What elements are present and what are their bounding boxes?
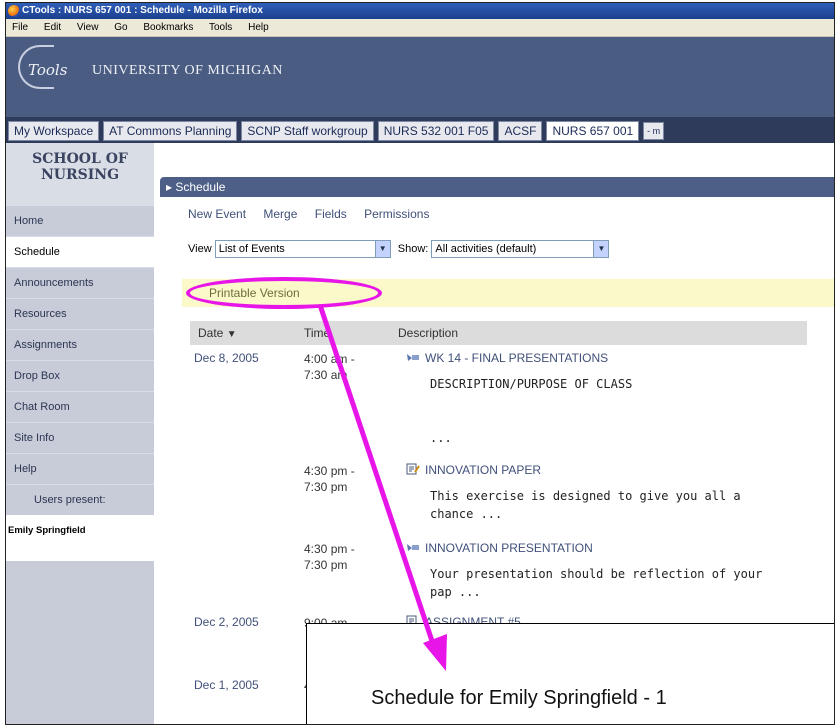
- menu-edit[interactable]: Edit: [44, 22, 61, 33]
- event-time-end: 7:30 am: [304, 368, 348, 382]
- nav-help[interactable]: Help: [6, 453, 154, 484]
- fields-link[interactable]: Fields: [315, 207, 347, 221]
- event-date: Dec 1, 2005: [194, 678, 259, 692]
- dropdown-arrow-icon[interactable]: ▼: [593, 241, 609, 258]
- tab-more-sites[interactable]: - m: [643, 122, 665, 140]
- schedule-toolbar: New Event Merge Fields Permissions: [188, 207, 443, 221]
- tab-at-commons-planning[interactable]: AT Commons Planning: [103, 121, 238, 141]
- event-description: This exercise is designed to give you al…: [430, 487, 741, 523]
- users-present-list: Emily Springfield: [6, 515, 154, 561]
- show-label: Show:: [397, 243, 429, 255]
- view-select[interactable]: List of Events ▼: [214, 240, 391, 259]
- collapse-arrow-icon[interactable]: ▸: [166, 180, 172, 194]
- tab-nurs-657[interactable]: NURS 657 001: [546, 121, 640, 141]
- portlet-title-bar: ▸ Schedule: [160, 177, 834, 197]
- nav-schedule[interactable]: Schedule: [6, 236, 154, 267]
- nav-site-info[interactable]: Site Info: [6, 422, 154, 453]
- view-label: View: [188, 243, 212, 255]
- date-column-header[interactable]: Date ▼: [198, 321, 237, 347]
- event-time: 4:30 pm - 7:30 pm: [304, 463, 355, 495]
- event-description-line1: Your presentation should be reflection o…: [430, 567, 763, 581]
- assignment-icon: [406, 463, 420, 475]
- school-name-line2: NURSING: [40, 167, 120, 183]
- view-select-value: List of Events: [218, 243, 285, 256]
- view-filter-row: View List of Events ▼ Show: All activiti…: [188, 239, 610, 259]
- menu-bar: File Edit View Go Bookmarks Tools Help: [6, 19, 834, 37]
- nav-announcements[interactable]: Announcements: [6, 267, 154, 298]
- tab-acsf[interactable]: ACSF: [498, 121, 543, 141]
- nav-resources[interactable]: Resources: [6, 298, 154, 329]
- event-description-more: ...: [430, 431, 452, 445]
- site-tabs: My Workspace AT Commons Planning SCNP Staf…: [6, 117, 834, 143]
- event-time: 4:30 pm - 7:30 pm: [304, 541, 355, 573]
- event-time-end: 7:30 pm: [304, 480, 348, 494]
- sort-down-icon: ▼: [226, 329, 237, 340]
- menu-file[interactable]: File: [12, 22, 28, 33]
- description-column-header: Description: [398, 326, 459, 340]
- menu-view[interactable]: View: [77, 22, 99, 33]
- nav-home[interactable]: Home: [6, 205, 154, 236]
- event-description-line2: pap ...: [430, 585, 481, 599]
- school-name: SCHOOL OF NURSING: [6, 143, 154, 205]
- event-title-link[interactable]: WK 14 - FINAL PRESENTATIONS: [425, 351, 608, 365]
- menu-go[interactable]: Go: [114, 22, 127, 33]
- event-title-link[interactable]: INNOVATION PRESENTATION: [425, 541, 593, 555]
- browser-window: CTools : NURS 657 001 : Schedule - Mozil…: [5, 2, 835, 725]
- tab-nurs-532[interactable]: NURS 532 001 F05: [377, 121, 495, 141]
- event-time: 4:00 am - 7:30 am: [304, 351, 355, 383]
- event-time-start: 4:30 pm -: [304, 464, 355, 478]
- permissions-link[interactable]: Permissions: [364, 207, 429, 221]
- menu-bookmarks[interactable]: Bookmarks: [143, 22, 193, 33]
- users-present-label: Users present:: [6, 484, 154, 515]
- class-session-icon: [407, 544, 419, 551]
- tab-my-workspace[interactable]: My Workspace: [8, 121, 100, 141]
- nav-assignments[interactable]: Assignments: [6, 329, 154, 360]
- date-header-label: Date: [198, 326, 224, 340]
- menu-help[interactable]: Help: [248, 22, 269, 33]
- class-session-icon: [407, 354, 419, 361]
- left-navigation: SCHOOL OF NURSING Home Schedule Announce…: [6, 143, 154, 724]
- firefox-icon: [8, 5, 20, 17]
- new-event-link[interactable]: New Event: [188, 207, 246, 221]
- tab-scnp-staff-workgroup[interactable]: SCNP Staff workgroup: [241, 121, 374, 141]
- event-time-start: 4:00 am -: [304, 352, 355, 366]
- ctools-banner: Tools UNIVERSITY OF MICHIGAN: [6, 37, 834, 117]
- event-date: Dec 2, 2005: [194, 615, 259, 629]
- event-description-line2: chance ...: [430, 507, 503, 521]
- show-select[interactable]: All activities (default) ▼: [431, 240, 610, 259]
- highlight-oval: [186, 277, 382, 309]
- school-name-line1: SCHOOL OF: [32, 151, 128, 167]
- event-time-end: 7:30 pm: [304, 558, 348, 572]
- events-table-header: Date ▼ Time Description: [190, 321, 807, 345]
- nav-drop-box[interactable]: Drop Box: [6, 360, 154, 391]
- event-description: Your presentation should be reflection o…: [430, 565, 762, 601]
- event-time-start: 4:30 pm -: [304, 542, 355, 556]
- show-select-value: All activities (default): [435, 243, 537, 256]
- logo-text: Tools: [28, 61, 68, 79]
- dropdown-arrow-icon[interactable]: ▼: [374, 241, 390, 258]
- callout-text: Schedule for Emily Springfield - 1: [371, 687, 667, 709]
- nav-chat-room[interactable]: Chat Room: [6, 391, 154, 422]
- annotation-callout: Schedule for Emily Springfield - 1: [306, 623, 834, 724]
- portlet-title: Schedule: [175, 180, 226, 194]
- window-titlebar: CTools : NURS 657 001 : Schedule - Mozil…: [6, 3, 834, 19]
- event-title-link[interactable]: INNOVATION PAPER: [425, 463, 541, 477]
- event-description: DESCRIPTION/PURPOSE OF CLASS: [430, 377, 633, 391]
- time-column-header: Time: [304, 326, 331, 340]
- window-title: CTools : NURS 657 001 : Schedule - Mozil…: [22, 5, 263, 16]
- present-user: Emily Springfield: [8, 525, 86, 536]
- merge-link[interactable]: Merge: [263, 207, 297, 221]
- event-description-line1: This exercise is designed to give you al…: [430, 489, 741, 503]
- university-name: UNIVERSITY OF MICHIGAN: [92, 63, 283, 78]
- menu-tools[interactable]: Tools: [209, 22, 232, 33]
- event-date: Dec 8, 2005: [194, 351, 259, 365]
